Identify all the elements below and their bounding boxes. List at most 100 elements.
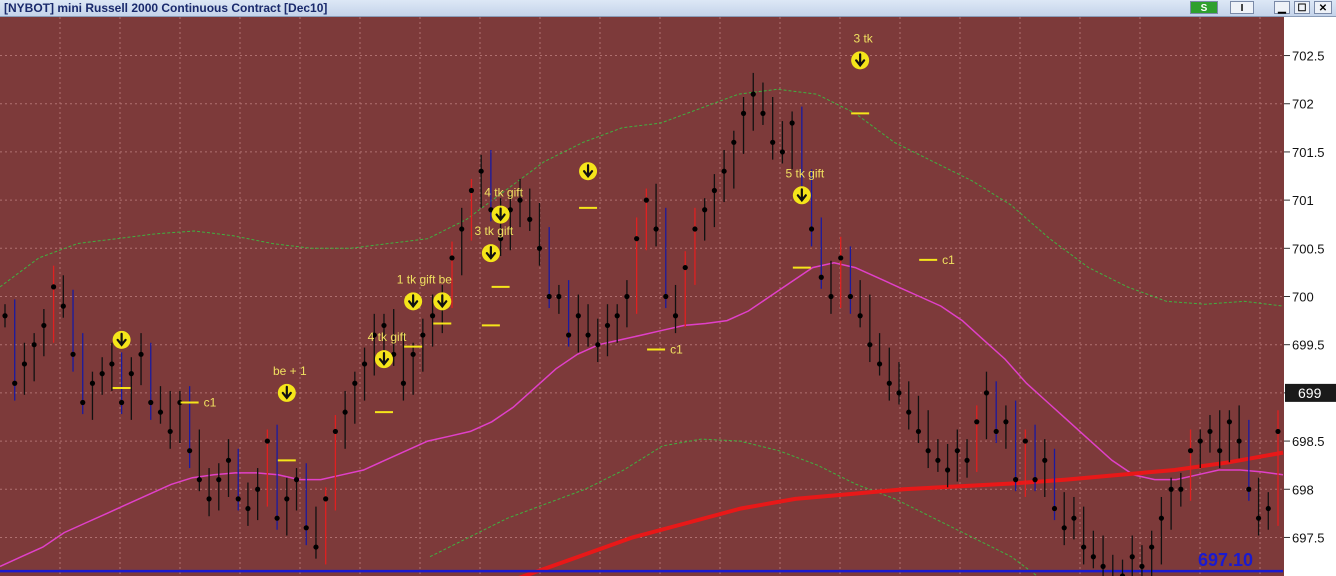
price-bar-close: [187, 448, 193, 454]
price-bar-close: [410, 351, 416, 357]
price-bar-close: [925, 448, 931, 454]
price-bar-close: [1207, 428, 1213, 435]
price-bar-close: [808, 226, 815, 232]
price-bar-close: [274, 515, 280, 521]
price-bar-close: [1265, 505, 1271, 512]
price-bar-close: [604, 322, 611, 329]
cursor-tool-button[interactable]: I: [1230, 1, 1254, 14]
ma-fast-line: [0, 262, 1284, 568]
price-bar-close: [886, 380, 892, 386]
price-bar-close: [1217, 448, 1223, 454]
price-bar-close: [1003, 419, 1009, 425]
window-title: [NYBOT] mini Russell 2000 Continuous Con…: [4, 1, 328, 15]
price-bar-close: [906, 409, 912, 415]
price-bar-close: [1022, 438, 1028, 444]
price-bar-close: [760, 110, 766, 116]
axis-tick-label: 701.5: [1292, 145, 1325, 160]
price-bar-close: [245, 505, 251, 512]
price-bar-close: [381, 322, 387, 329]
price-bar-close: [1246, 486, 1252, 492]
axis-tick-label: 697.5: [1292, 530, 1325, 545]
price-bar-close: [750, 91, 756, 97]
price-bar-close: [21, 361, 28, 367]
price-bar-close: [420, 332, 426, 338]
price-bar-close: [867, 342, 873, 348]
price-bar-close: [954, 448, 960, 454]
price-bar-close: [128, 371, 134, 377]
price-bar-close: [468, 187, 475, 194]
price-bar-close: [70, 351, 76, 357]
price-bar-close: [361, 361, 368, 367]
price-bar-close: [89, 380, 96, 386]
price-bar-close: [964, 457, 970, 463]
price-bar-close: [352, 380, 358, 386]
price-bar-close: [779, 149, 786, 155]
price-bar-close: [721, 168, 727, 174]
price-bar-close: [536, 245, 543, 251]
price-bar-close: [546, 293, 552, 300]
price-bar-close: [789, 120, 795, 126]
maximize-button[interactable]: ☐: [1294, 1, 1310, 14]
price-bar-close: [41, 322, 47, 329]
minimize-button[interactable]: ▁: [1274, 1, 1290, 14]
price-bar-close: [847, 293, 854, 300]
price-bar-close: [935, 457, 941, 463]
price-bar-close: [255, 486, 261, 492]
price-bar-close: [653, 226, 659, 232]
price-bar-close: [60, 303, 66, 309]
price-bar-close: [196, 477, 202, 483]
s-button[interactable]: S: [1190, 1, 1218, 14]
price-bar-close: [1187, 448, 1194, 454]
price-bar-close: [672, 313, 679, 319]
price-bar-close: [206, 496, 212, 502]
price-bar-close: [400, 380, 407, 386]
price-bar-close: [983, 390, 990, 396]
price-bar-close: [12, 380, 18, 386]
price-bar-close: [1255, 515, 1262, 521]
price-bar-close: [50, 284, 57, 290]
price-bar-close: [643, 197, 649, 203]
price-bar-close: [993, 428, 999, 435]
price-bar-close: [595, 342, 601, 348]
close-button[interactable]: ✕: [1314, 1, 1332, 14]
level-line-label: 697.10: [1198, 550, 1253, 570]
marker-label: be + 1: [273, 364, 307, 378]
price-bar-close: [167, 428, 173, 435]
price-bar-close: [1129, 554, 1135, 560]
price-bar-close: [235, 496, 241, 502]
price-bar-close: [459, 226, 465, 232]
price-bar-close: [1013, 477, 1019, 483]
exit-label: c1: [204, 396, 217, 410]
axis-tick-label: 700.5: [1292, 241, 1325, 256]
price-bar-close: [157, 409, 164, 415]
price-bar-close: [740, 110, 747, 116]
price-bar-close: [1051, 505, 1058, 512]
price-bar-close: [2, 313, 8, 319]
price-bar-close: [1226, 419, 1233, 425]
price-bar-close: [1149, 544, 1155, 550]
price-bar-close: [663, 293, 669, 300]
price-bar-close: [138, 351, 144, 357]
price-bar-close: [109, 361, 115, 367]
price-bar-close: [614, 313, 620, 319]
price-bar-close: [1168, 486, 1174, 492]
price-bar-close: [1032, 477, 1038, 483]
price-bar-close: [702, 207, 708, 213]
price-bar-close: [566, 332, 572, 338]
marker-label: 3 tk: [853, 31, 873, 45]
window-titlebar: [NYBOT] mini Russell 2000 Continuous Con…: [0, 0, 1336, 17]
price-bar-close: [216, 477, 222, 483]
exit-label: c1: [942, 253, 955, 267]
price-bar-close: [857, 313, 863, 319]
price-bar-close: [31, 342, 37, 348]
price-bar-close: [119, 399, 125, 406]
price-bar-close: [818, 274, 824, 280]
price-chart[interactable]: 697.10 c1 c1 c1 be + 1 4 tk gift 1 tk gift be 3 …: [0, 17, 1336, 576]
marker-label: 3 tk gift: [475, 224, 514, 238]
price-bar-close: [682, 264, 688, 271]
price-bar-close: [711, 187, 717, 194]
price-bar-close: [1139, 563, 1145, 569]
axis-tick-label: 698.5: [1292, 434, 1325, 449]
price-bar-close: [80, 399, 86, 406]
axis-tick-label: 698: [1292, 482, 1314, 497]
